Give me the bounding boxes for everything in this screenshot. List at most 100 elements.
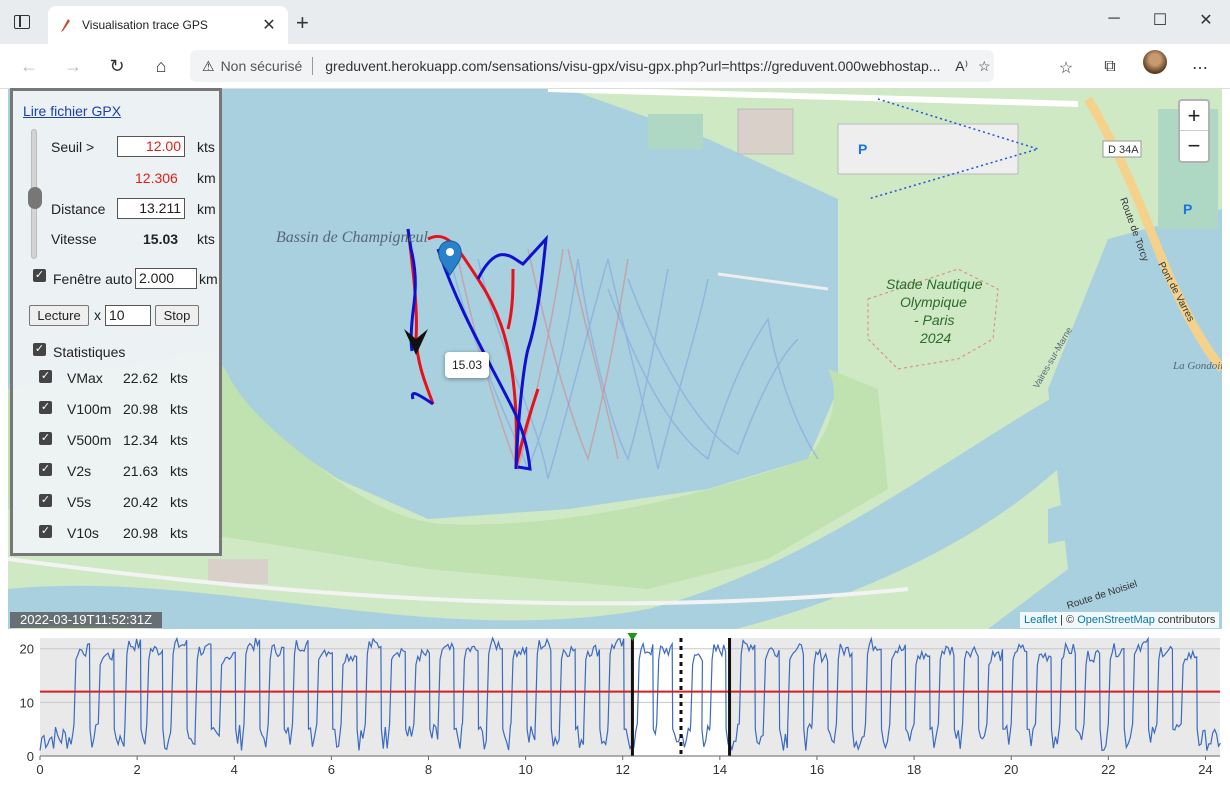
lake-label: Bassin de Champigneul: [276, 229, 429, 246]
auto-window-unit: km: [199, 271, 218, 287]
x-tick-label: 2: [134, 762, 141, 777]
speed-value: 15.03: [143, 231, 179, 247]
stat-unit: kts: [170, 370, 188, 386]
stop-button[interactable]: Stop: [155, 305, 199, 326]
y-tick-label: 10: [20, 695, 34, 710]
speed-chart[interactable]: 0 10 20 0 2 4 6 8 10 12 14 16 18 20 22 24: [0, 630, 1230, 791]
stat-checkbox[interactable]: ✓: [39, 463, 52, 476]
add-favorite-icon[interactable]: ☆: [978, 58, 991, 75]
parking-icon-2: P: [1183, 201, 1192, 217]
close-window-icon[interactable]: ✕: [1196, 10, 1216, 30]
avatar[interactable]: [1143, 50, 1167, 74]
back-icon[interactable]: ←: [18, 55, 40, 77]
address-bar[interactable]: ⚠ Non sécurisé greduvent.herokuapp.com/s…: [190, 50, 994, 82]
attribution-sep: |: [1060, 614, 1063, 626]
maximize-icon[interactable]: ☐: [1150, 10, 1170, 30]
stat-value: 20.98: [123, 525, 159, 541]
slider-thumb[interactable]: [28, 187, 42, 209]
leaflet-link[interactable]: Leaflet: [1024, 614, 1057, 626]
stat-value: 12.34: [123, 432, 159, 448]
stat-checkbox[interactable]: ✓: [39, 494, 52, 507]
map-attribution: Leaflet | © OpenStreetMap contributors: [1020, 612, 1220, 628]
stat-value: 20.42: [123, 494, 159, 510]
zoom-control: + −: [1178, 99, 1210, 163]
play-button[interactable]: Lecture: [29, 305, 89, 326]
minimize-icon[interactable]: ─: [1104, 10, 1124, 30]
road-noisiel-label: Route de Noisiel: [1066, 579, 1139, 612]
distance-unit: km: [197, 201, 216, 217]
river-label: La Gondoire: [1172, 360, 1222, 372]
auto-window-input[interactable]: 2.000: [135, 268, 197, 289]
close-tab-icon[interactable]: ✕: [260, 15, 278, 35]
address-row: ← → ↻ ⌂ ⚠ Non sécurisé greduvent.herokua…: [0, 44, 1230, 89]
stat-checkbox[interactable]: ✓: [39, 432, 52, 445]
stadium-label-4: 2024: [919, 330, 951, 346]
favorites-icon[interactable]: ☆: [1056, 58, 1076, 78]
x-tick-label: 12: [615, 762, 629, 777]
control-panel: Lire fichier GPX Seuil > 12.00 kts 12.30…: [10, 88, 222, 556]
zoom-out-button[interactable]: −: [1180, 131, 1208, 161]
stat-name: V5s: [67, 494, 92, 510]
divider: [312, 57, 314, 75]
stats-checkbox[interactable]: ✓: [33, 343, 46, 356]
timestamp: 2022-03-19T11:52:31Z: [10, 612, 163, 628]
threshold-km-unit: km: [197, 170, 216, 186]
feather-icon: [61, 19, 70, 32]
distance-input[interactable]: 13.211: [117, 198, 185, 219]
forward-icon[interactable]: →: [62, 55, 84, 77]
stat-name: V10s: [67, 525, 99, 541]
stadium-label-1: Stade Nautique: [886, 276, 983, 292]
browser-tab[interactable]: Visualisation trace GPS ✕: [48, 6, 288, 44]
stat-unit: kts: [170, 463, 188, 479]
stadium-label-2: Olympique: [900, 294, 967, 310]
x-tick-label: 6: [328, 762, 335, 777]
auto-window-checkbox[interactable]: ✓: [33, 269, 46, 282]
home-icon[interactable]: ⌂: [150, 55, 172, 77]
stat-checkbox[interactable]: ✓: [39, 525, 52, 538]
stat-value: 20.98: [123, 401, 159, 417]
url-text[interactable]: greduvent.herokuapp.com/sensations/visu-…: [325, 58, 945, 74]
speed-factor-input[interactable]: 10: [105, 305, 151, 326]
speed-unit: kts: [197, 231, 215, 247]
x-tick-label: 8: [425, 762, 432, 777]
plot-area: [40, 638, 1220, 756]
osm-link[interactable]: OpenStreetMap: [1077, 614, 1155, 626]
refresh-icon[interactable]: ↻: [106, 55, 128, 77]
collections-icon[interactable]: ⧉: [1100, 58, 1120, 78]
road-label: D 34A: [1108, 144, 1139, 156]
threshold-unit: kts: [197, 139, 215, 155]
x-tick-label: 0: [36, 762, 43, 777]
stat-unit: kts: [170, 494, 188, 510]
stadium-label-3: - Paris: [914, 312, 954, 328]
x-tick-label: 14: [713, 762, 727, 777]
speed-chart-svg[interactable]: 010200 2 4 6 8 10 12 14 16 18 20 22 24: [0, 630, 1230, 791]
speed-label: Vitesse: [51, 231, 97, 247]
y-tick-label: 0: [27, 749, 34, 764]
x-tick-label: 20: [1004, 762, 1018, 777]
tab-actions-icon[interactable]: [14, 15, 30, 29]
warning-icon: ⚠: [202, 57, 215, 74]
x-tick-label: 24: [1198, 762, 1212, 777]
stat-unit: kts: [170, 432, 188, 448]
parking-icon: P: [858, 141, 867, 157]
x-tick-label: 16: [810, 762, 824, 777]
new-tab-icon[interactable]: +: [296, 10, 309, 36]
stat-checkbox[interactable]: ✓: [39, 401, 52, 414]
tab-title: Visualisation trace GPS: [82, 18, 208, 32]
open-gpx-link[interactable]: Lire fichier GPX: [23, 103, 121, 119]
stat-checkbox[interactable]: ✓: [39, 370, 52, 383]
x-tick-label: 10: [518, 762, 532, 777]
stat-unit: kts: [170, 525, 188, 541]
attribution-tail: contributors: [1157, 614, 1216, 626]
read-aloud-icon[interactable]: A⁾: [955, 58, 968, 75]
stat-name: V100m: [67, 401, 112, 417]
attribution-copy: ©: [1066, 614, 1075, 626]
speed-popup: 15.03: [445, 352, 489, 378]
more-icon[interactable]: ⋯: [1190, 58, 1210, 78]
zoom-in-button[interactable]: +: [1180, 101, 1208, 131]
stat-unit: kts: [170, 401, 188, 417]
y-tick-label: 20: [20, 642, 34, 657]
threshold-input[interactable]: 12.00: [117, 136, 185, 157]
stats-label: Statistiques: [53, 344, 126, 360]
stat-value: 21.63: [123, 463, 159, 479]
